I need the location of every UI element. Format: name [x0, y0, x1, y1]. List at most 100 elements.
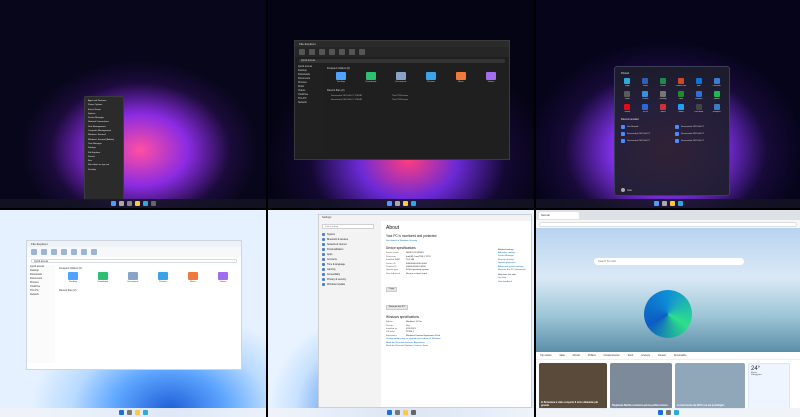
rename-icon[interactable]: [339, 49, 345, 55]
delete-icon[interactable]: [359, 49, 365, 55]
news-category-tab[interactable]: Denaro: [658, 354, 666, 357]
security-details-link[interactable]: See details in Windows Security: [386, 240, 526, 243]
copy-icon[interactable]: [51, 249, 57, 255]
folder-tile[interactable]: Pictures: [153, 272, 173, 283]
folder-tile[interactable]: Desktop: [331, 72, 351, 83]
pinned-app[interactable]: News: [657, 104, 670, 113]
edge-icon[interactable]: [142, 201, 148, 206]
pinned-app[interactable]: Store: [621, 91, 634, 100]
pinned-app[interactable]: Notepad: [710, 104, 723, 113]
start-icon[interactable]: [653, 201, 659, 206]
search-icon[interactable]: [118, 201, 124, 206]
pinned-app[interactable]: Photos: [639, 91, 652, 100]
pinned-app[interactable]: Twitter: [674, 104, 687, 113]
folder-tile[interactable]: Documents: [391, 72, 411, 83]
pinned-app[interactable]: Settings: [657, 91, 670, 100]
pinned-app[interactable]: Mail: [692, 78, 705, 87]
folder-tile[interactable]: Music: [183, 272, 203, 283]
start-icon[interactable]: [110, 201, 116, 206]
search-icon[interactable]: [394, 410, 400, 415]
pinned-app[interactable]: Excel: [657, 78, 670, 87]
recent-file-row[interactable]: Screenshot 2021-06-17 173448 This PC\Pict…: [325, 98, 507, 102]
recommended-item[interactable]: Screenshot 2021-06-17: [621, 139, 669, 143]
store-icon[interactable]: [150, 201, 156, 206]
edge-icon[interactable]: [410, 201, 416, 206]
edge-icon[interactable]: [673, 410, 679, 415]
pinned-app[interactable]: Calendar: [710, 78, 723, 87]
copy-button[interactable]: Copy: [386, 286, 398, 292]
recommended-item[interactable]: Screenshot 2021-06-17: [675, 139, 723, 143]
delete-icon[interactable]: [91, 249, 97, 255]
license-link[interactable]: Read the Microsoft Software License Term…: [386, 345, 526, 348]
pinned-app[interactable]: Netflix: [621, 104, 634, 113]
settings-icon[interactable]: [410, 410, 416, 415]
pinned-app[interactable]: Spotify: [710, 91, 723, 100]
search-icon[interactable]: [665, 410, 671, 415]
folder-tile[interactable]: Videos: [213, 272, 233, 283]
folder-tile[interactable]: Desktop: [63, 272, 83, 283]
search-icon[interactable]: [394, 201, 400, 206]
task-view-icon[interactable]: [126, 201, 132, 206]
news-category-tab[interactable]: Mondo: [573, 354, 580, 357]
settings-search-input[interactable]: Find a setting: [322, 224, 374, 229]
recommended-item[interactable]: Screenshot 2021-06-17: [675, 132, 723, 136]
news-card[interactable]: In Botswana è stato scoperto il terzo di…: [539, 363, 607, 409]
news-card[interactable]: Stephanie Merkle nomina la prima politic…: [610, 363, 672, 409]
file-explorer-icon[interactable]: [402, 410, 408, 415]
paste-icon[interactable]: [61, 249, 67, 255]
search-icon[interactable]: [126, 410, 132, 415]
weather-card[interactable]: 24° Roma Soleggiato: [748, 363, 790, 409]
news-category-tab[interactable]: Politica: [588, 354, 596, 357]
start-icon[interactable]: [386, 201, 392, 206]
nav-item[interactable]: Network: [295, 101, 323, 105]
folder-tile[interactable]: Downloads: [361, 72, 381, 83]
cut-icon[interactable]: [41, 249, 47, 255]
start-icon[interactable]: [657, 410, 663, 415]
pinned-app[interactable]: Word: [639, 78, 652, 87]
recommended-item[interactable]: Screenshot 2021-06-17: [675, 125, 723, 129]
web-search-input[interactable]: Search the web: [594, 258, 744, 265]
pinned-app[interactable]: To Do: [639, 104, 652, 113]
new-icon[interactable]: [31, 249, 37, 255]
help-link[interactable]: Give feedback: [498, 281, 528, 284]
edge-icon[interactable]: [677, 201, 683, 206]
recommended-item[interactable]: Get Started: [621, 125, 669, 129]
folder-tile[interactable]: Pictures: [421, 72, 441, 83]
tab-new[interactable]: New tab: [539, 211, 579, 219]
pinned-app[interactable]: PowerPoint: [674, 78, 687, 87]
pinned-app[interactable]: Solitaire: [692, 91, 705, 100]
address-bar[interactable]: Quick access: [31, 259, 237, 263]
file-explorer-icon[interactable]: [669, 201, 675, 206]
news-category-tab[interactable]: Intrattenimento: [604, 354, 620, 357]
folder-tile[interactable]: Videos: [481, 72, 501, 83]
pinned-app[interactable]: Edge: [621, 78, 634, 87]
file-explorer-icon[interactable]: [134, 410, 140, 415]
pinned-app[interactable]: Xbox: [674, 91, 687, 100]
url-field[interactable]: [539, 221, 797, 227]
news-category-tab[interactable]: Lifestyle: [641, 354, 650, 357]
folder-tile[interactable]: Downloads: [93, 272, 113, 283]
folder-tile[interactable]: Documents: [123, 272, 143, 283]
search-icon[interactable]: [661, 201, 667, 206]
share-icon[interactable]: [349, 49, 355, 55]
nav-item[interactable]: Network: [27, 293, 55, 297]
file-explorer-icon[interactable]: [134, 201, 140, 206]
edge-icon[interactable]: [142, 410, 148, 415]
user-account[interactable]: User: [621, 188, 632, 192]
news-category-tab[interactable]: Italia: [560, 354, 565, 357]
rename-pc-button[interactable]: Rename this PC: [386, 304, 408, 310]
copy-icon[interactable]: [319, 49, 325, 55]
address-bar[interactable]: Quick access: [299, 59, 505, 63]
context-menu-item[interactable]: Desktop: [86, 168, 122, 172]
related-link[interactable]: Rename this PC (advanced): [498, 269, 528, 272]
new-icon[interactable]: [299, 49, 305, 55]
share-icon[interactable]: [81, 249, 87, 255]
pinned-app[interactable]: Calculator: [692, 104, 705, 113]
settings-nav-item[interactable]: Windows Update: [322, 282, 374, 287]
rename-icon[interactable]: [71, 249, 77, 255]
file-explorer-icon[interactable]: [402, 201, 408, 206]
start-icon[interactable]: [118, 410, 124, 415]
start-icon[interactable]: [386, 410, 392, 415]
cut-icon[interactable]: [309, 49, 315, 55]
folder-tile[interactable]: Music: [451, 72, 471, 83]
